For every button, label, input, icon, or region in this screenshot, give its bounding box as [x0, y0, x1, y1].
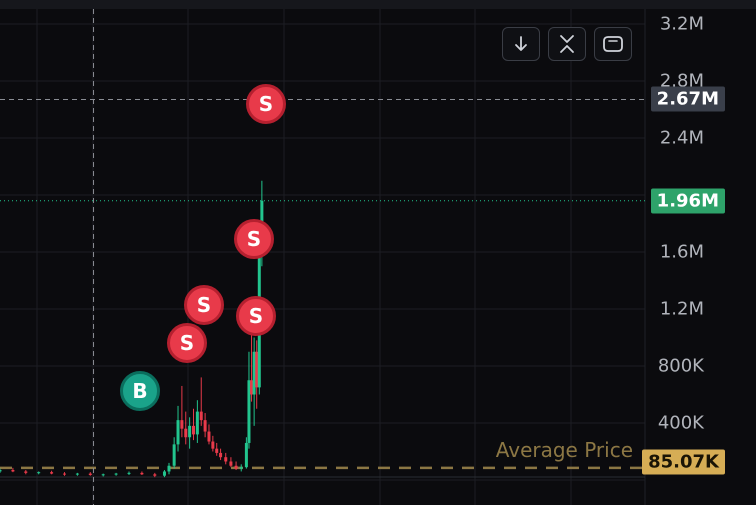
- candle-body: [162, 471, 166, 476]
- top-bar: [0, 0, 756, 9]
- candle-body: [234, 465, 238, 469]
- sell-marker[interactable]: S: [234, 219, 274, 259]
- fullscreen-frame-icon: [603, 36, 623, 52]
- axis-tick-label: 800K: [657, 355, 704, 377]
- current-price-tag: 1.96M: [650, 188, 725, 214]
- candle-body: [180, 420, 184, 429]
- candle-body: [24, 471, 28, 473]
- chart-canvas[interactable]: [0, 0, 756, 505]
- candle-body: [244, 442, 248, 468]
- candle-body: [37, 472, 41, 474]
- price-lines: [0, 9, 645, 505]
- average-price-label: Average Price: [495, 438, 633, 462]
- arrow-down-icon: [515, 36, 527, 51]
- candle-body: [75, 473, 79, 475]
- candle-body: [140, 472, 144, 475]
- axis-tick-label: 3.2M: [659, 13, 704, 35]
- fullscreen-button[interactable]: [594, 27, 632, 61]
- candle-body: [172, 444, 176, 466]
- candle-body: [88, 473, 92, 476]
- candle-body: [250, 380, 254, 395]
- sell-marker[interactable]: S: [236, 296, 276, 336]
- axis-tick-label: 1.6M: [659, 241, 704, 263]
- candle-body: [211, 441, 215, 449]
- collapse-chevrons-icon: [560, 35, 574, 53]
- axis-tick-label: 2.4M: [659, 127, 704, 149]
- candle-body: [63, 473, 66, 475]
- chart-grid: [0, 0, 756, 505]
- candle-body: [127, 472, 131, 474]
- collapse-button[interactable]: [548, 27, 586, 61]
- sell-marker[interactable]: S: [167, 323, 207, 363]
- candle-body: [114, 473, 118, 475]
- crosshair-price-tag: 2.67M: [650, 86, 725, 112]
- scroll-down-button[interactable]: [502, 27, 540, 61]
- average-price-tag: 85.07K: [642, 449, 725, 475]
- candle-body: [188, 425, 192, 438]
- chart-toolbar: [502, 27, 632, 61]
- candle-body: [50, 472, 54, 474]
- candle-body: [153, 474, 157, 476]
- candle-body: [224, 457, 228, 462]
- candle-series: [0, 180, 264, 478]
- sell-marker[interactable]: S: [184, 285, 224, 325]
- candle-body: [192, 425, 195, 435]
- candle-body: [215, 448, 219, 453]
- candle-body: [247, 380, 251, 443]
- axis-tick-label: 1.2M: [659, 298, 704, 320]
- sell-marker[interactable]: S: [246, 84, 286, 124]
- candle-body: [229, 461, 233, 466]
- candle-body: [252, 351, 256, 395]
- buy-marker[interactable]: B: [120, 371, 160, 411]
- candle-body: [176, 420, 180, 445]
- axis-tick-label: 400K: [657, 412, 704, 434]
- price-chart[interactable]: 3.2M 2.8M 2.4M 1.6M 1.2M 800K 400K 2.67M…: [0, 0, 756, 505]
- candle-body: [207, 431, 211, 442]
- candle-body: [167, 465, 171, 472]
- candle-body: [0, 470, 2, 472]
- candle-body: [199, 411, 203, 421]
- candle-body: [255, 351, 259, 388]
- candle-body: [184, 428, 188, 438]
- candle-body: [219, 452, 223, 458]
- candle-body: [11, 470, 15, 472]
- candle-body: [101, 474, 105, 476]
- candle-body: [239, 467, 243, 469]
- candle-body: [203, 420, 207, 432]
- candle-body: [195, 411, 199, 435]
